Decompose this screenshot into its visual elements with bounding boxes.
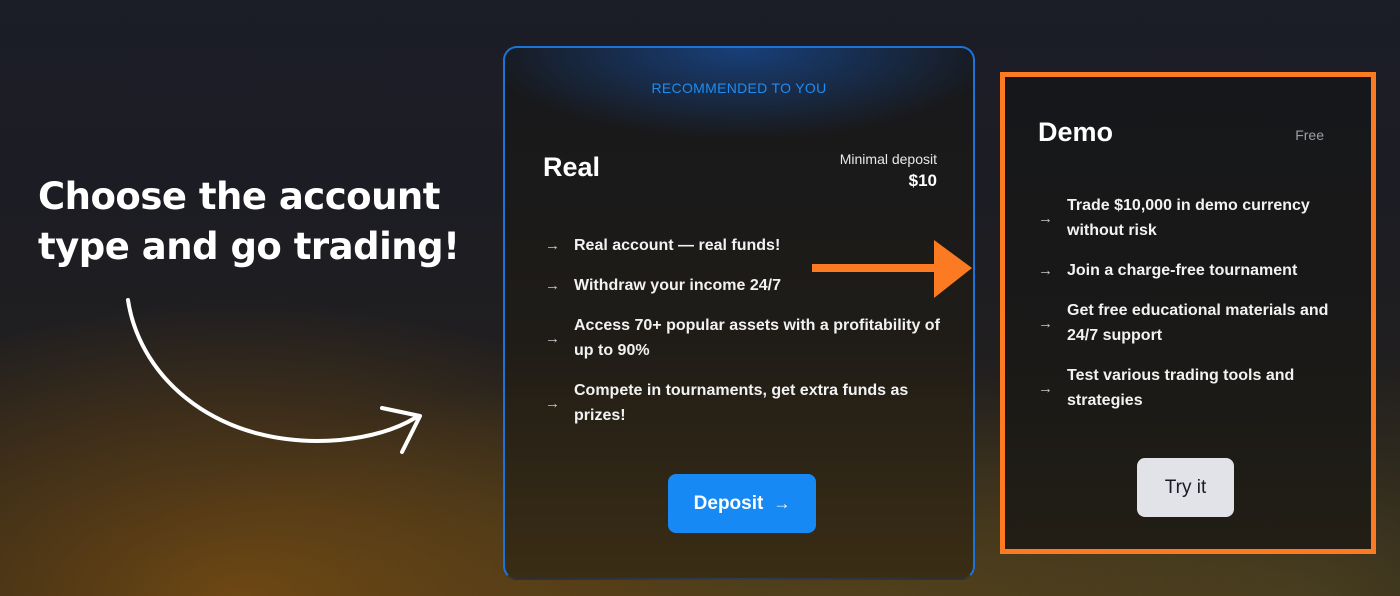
feature-text: Withdraw your income 24/7 [574,277,782,294]
arrow-right-icon: → [1038,262,1053,279]
curved-arrow-icon [126,298,422,454]
arrow-right-icon: → [545,237,560,254]
real-card-title: Real [543,152,601,182]
list-item: → Join a charge-free tournament [1038,258,1338,283]
feature-text: Get free educational materials and 24/7 … [1067,302,1329,344]
arrow-right-icon: → [1038,314,1053,332]
feature-text: Compete in tournaments, get extra funds … [574,382,909,424]
list-item: → Access 70+ popular assets with a profi… [545,313,945,363]
try-it-button[interactable]: Try it [1137,458,1234,517]
arrow-right-icon: → [545,394,560,412]
real-account-card: RECOMMENDED TO YOU Real Minimal deposit … [503,46,975,580]
list-item: → Compete in tournaments, get extra fund… [545,378,945,428]
arrow-right-icon: → [773,493,791,513]
arrow-right-icon: → [1038,379,1053,397]
feature-text: Access 70+ popular assets with a profita… [574,317,940,359]
deposit-button[interactable]: Deposit → [668,474,816,533]
arrow-right-icon: → [1038,209,1053,227]
recommended-badge: RECOMMENDED TO YOU [651,80,827,96]
feature-text: Trade $10,000 in demo currency without r… [1067,197,1310,239]
minimal-deposit-value: $10 [908,171,937,190]
arrow-right-icon: → [545,329,560,347]
deposit-button-label: Deposit [693,492,764,514]
demo-account-card: Demo Free → Trade $10,000 in demo curren… [1000,72,1376,554]
arrow-right-icon: → [545,277,560,294]
demo-feature-list: → Trade $10,000 in demo currency without… [1038,193,1338,428]
list-item: → Get free educational materials and 24/… [1038,298,1338,348]
list-item: → Test various trading tools and strateg… [1038,363,1338,413]
list-item: → Trade $10,000 in demo currency without… [1038,193,1338,243]
feature-text: Test various trading tools and strategie… [1067,367,1295,409]
minimal-deposit-label: Minimal deposit [839,151,937,167]
free-label: Free [1295,127,1324,143]
feature-text: Real account — real funds! [574,237,781,254]
minimal-deposit: Minimal deposit $10 [840,150,937,194]
feature-text: Join a charge-free tournament [1067,262,1298,279]
orange-arrow-icon [812,240,972,298]
demo-card-title: Demo [1038,117,1114,147]
headline: Choose the account type and go trading! [38,175,460,268]
